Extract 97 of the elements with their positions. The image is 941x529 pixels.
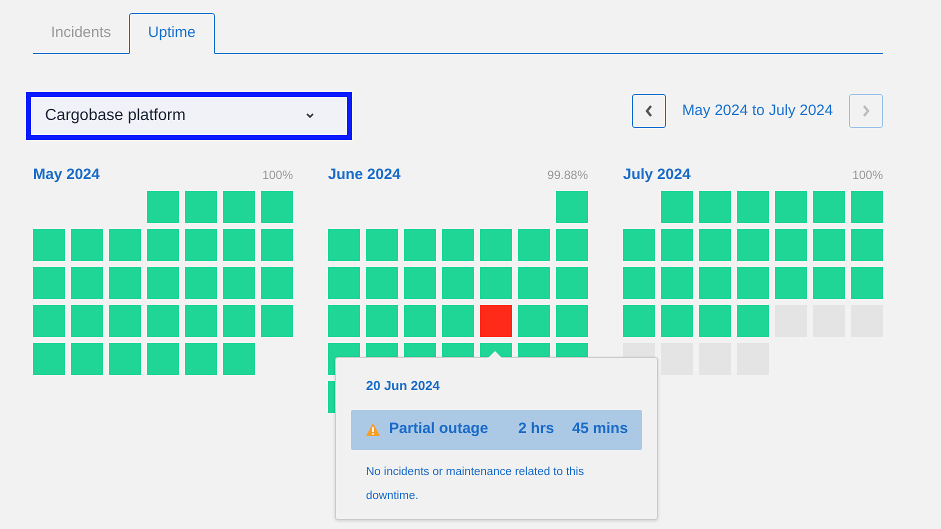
previous-button[interactable] <box>632 94 666 128</box>
uptime-day[interactable] <box>261 191 293 223</box>
uptime-day[interactable] <box>71 229 103 261</box>
uptime-day[interactable] <box>109 343 141 375</box>
uptime-day[interactable] <box>737 267 769 299</box>
month-title: July 2024 <box>623 165 691 185</box>
uptime-day[interactable] <box>775 191 807 223</box>
uptime-day[interactable] <box>147 343 179 375</box>
uptime-day[interactable] <box>366 229 398 261</box>
uptime-percent: 99.88% <box>547 167 588 184</box>
uptime-day[interactable] <box>366 267 398 299</box>
chevron-left-icon <box>644 104 654 118</box>
uptime-day[interactable] <box>775 267 807 299</box>
uptime-day[interactable] <box>442 229 474 261</box>
date-range: May 2024 to July 2024 <box>682 100 833 121</box>
uptime-day[interactable] <box>223 343 255 375</box>
uptime-day[interactable] <box>480 305 512 337</box>
outage-minutes: 45 mins <box>572 419 628 440</box>
month-title: May 2024 <box>33 165 100 185</box>
uptime-day[interactable] <box>261 305 293 337</box>
warning-icon <box>365 422 381 437</box>
uptime-day[interactable] <box>185 229 217 261</box>
uptime-day[interactable] <box>33 343 65 375</box>
tab[interactable]: Uptime <box>129 13 215 54</box>
uptime-day[interactable] <box>185 191 217 223</box>
uptime-day[interactable] <box>109 305 141 337</box>
uptime-day[interactable] <box>71 343 103 375</box>
uptime-day[interactable] <box>737 305 769 337</box>
uptime-day[interactable] <box>813 191 845 223</box>
uptime-day[interactable] <box>661 191 693 223</box>
uptime-day[interactable] <box>623 229 655 261</box>
uptime-day[interactable] <box>33 305 65 337</box>
uptime-day[interactable] <box>223 191 255 223</box>
uptime-day[interactable] <box>71 305 103 337</box>
month-title: June 2024 <box>328 165 401 185</box>
uptime-day[interactable] <box>33 267 65 299</box>
uptime-day[interactable] <box>147 267 179 299</box>
uptime-day[interactable] <box>328 305 360 337</box>
uptime-day[interactable] <box>851 229 883 261</box>
uptime-percent: 100% <box>852 167 883 184</box>
uptime-day[interactable] <box>661 267 693 299</box>
uptime-day[interactable] <box>328 229 360 261</box>
uptime-day[interactable] <box>556 305 588 337</box>
uptime-day[interactable] <box>147 305 179 337</box>
uptime-day[interactable] <box>813 229 845 261</box>
uptime-day[interactable] <box>556 267 588 299</box>
uptime-day[interactable] <box>623 267 655 299</box>
uptime-day[interactable] <box>261 229 293 261</box>
uptime-day[interactable] <box>556 229 588 261</box>
outage-hours: 2 hrs <box>518 419 554 440</box>
uptime-day[interactable] <box>518 229 550 261</box>
uptime-day[interactable] <box>699 191 731 223</box>
uptime-day[interactable] <box>699 267 731 299</box>
uptime-day[interactable] <box>442 267 474 299</box>
uptime-day[interactable] <box>261 267 293 299</box>
outage-status: Partial outage <box>389 419 488 440</box>
uptime-day[interactable] <box>109 267 141 299</box>
uptime-percent: 100% <box>262 167 293 184</box>
uptime-day[interactable] <box>147 191 179 223</box>
uptime-day[interactable] <box>185 305 217 337</box>
tooltip-date: 20 Jun 2024 <box>365 377 441 395</box>
uptime-day[interactable] <box>442 305 474 337</box>
uptime-day[interactable] <box>851 191 883 223</box>
tooltip-note: No incidents or maintenance related to this downtime. <box>365 464 585 504</box>
uptime-day[interactable] <box>185 267 217 299</box>
uptime-day[interactable] <box>556 191 588 223</box>
uptime-day[interactable] <box>223 267 255 299</box>
uptime-day[interactable] <box>518 305 550 337</box>
uptime-day[interactable] <box>223 229 255 261</box>
uptime-day[interactable] <box>518 267 550 299</box>
uptime-day[interactable] <box>404 229 436 261</box>
uptime-day[interactable] <box>366 305 398 337</box>
uptime-day[interactable] <box>223 305 255 337</box>
uptime-day[interactable] <box>661 229 693 261</box>
uptime-day[interactable] <box>109 229 141 261</box>
tab[interactable]: Incidents <box>33 13 130 54</box>
uptime-day[interactable] <box>147 229 179 261</box>
uptime-day[interactable] <box>404 267 436 299</box>
uptime-day[interactable] <box>480 229 512 261</box>
uptime-day[interactable] <box>623 305 655 337</box>
uptime-day[interactable] <box>480 267 512 299</box>
chevron-right-icon <box>861 104 871 118</box>
uptime-day[interactable] <box>813 267 845 299</box>
uptime-day[interactable] <box>699 305 731 337</box>
uptime-day[interactable] <box>71 267 103 299</box>
uptime-day[interactable] <box>699 229 731 261</box>
uptime-day[interactable] <box>737 191 769 223</box>
uptime-day[interactable] <box>737 229 769 261</box>
uptime-day[interactable] <box>404 305 436 337</box>
uptime-day[interactable] <box>851 267 883 299</box>
chevron-down-icon <box>305 113 315 119</box>
uptime-day[interactable] <box>661 305 693 337</box>
uptime-day[interactable] <box>775 229 807 261</box>
uptime-day[interactable] <box>328 267 360 299</box>
uptime-day[interactable] <box>33 229 65 261</box>
uptime-day[interactable] <box>185 343 217 375</box>
component-select[interactable]: Cargobase platform <box>26 92 352 140</box>
